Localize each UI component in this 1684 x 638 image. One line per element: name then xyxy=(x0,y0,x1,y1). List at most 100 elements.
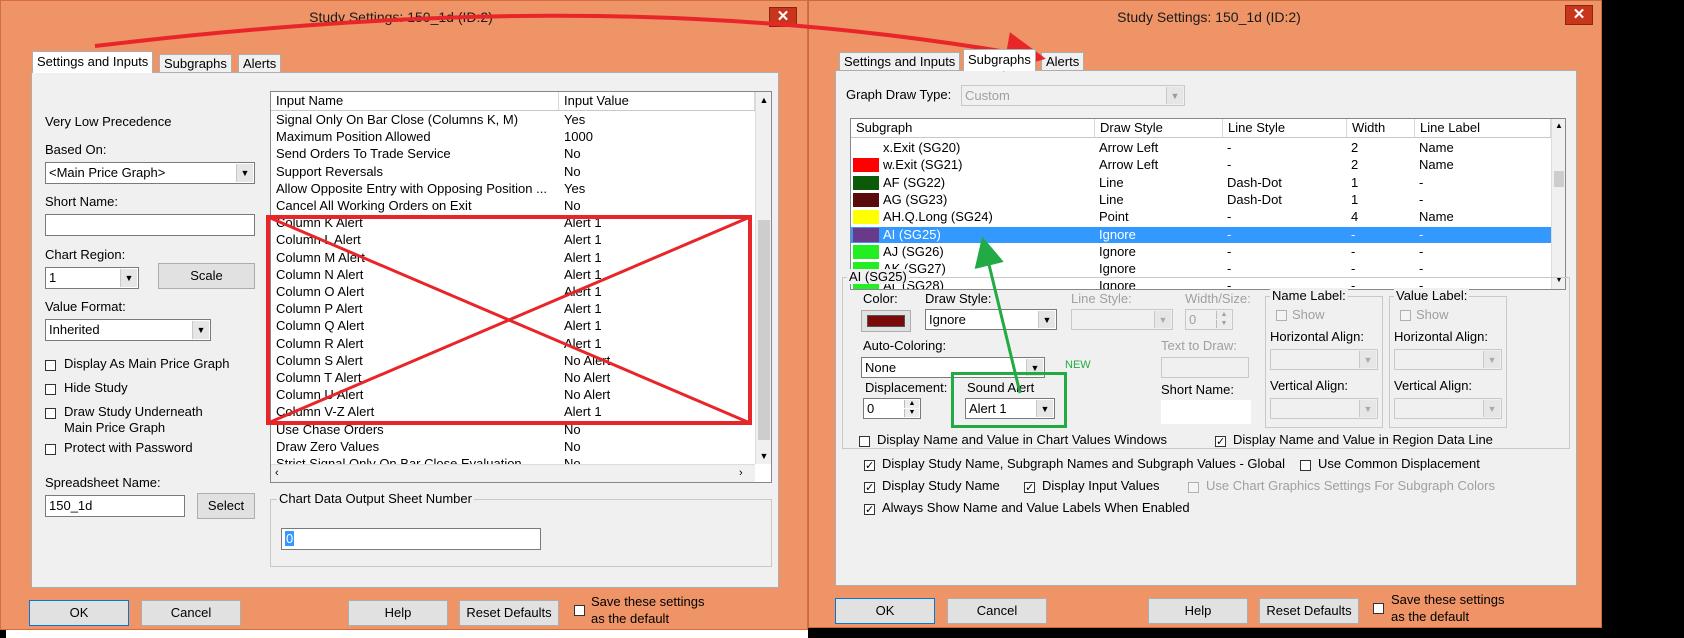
input-value-cell[interactable]: Alert 1 xyxy=(564,336,602,352)
scroll-left-icon[interactable]: ‹ xyxy=(275,467,279,479)
input-value-cell[interactable]: No xyxy=(564,164,581,180)
input-value-cell[interactable]: No Alert xyxy=(564,370,610,386)
table-row[interactable]: AH.Q.Long (SG24) Point - 4 Name xyxy=(851,209,1551,225)
sound-alert-select[interactable]: Alert 1 ▼ xyxy=(965,398,1055,419)
name-horizontal-align-select[interactable]: ▼ xyxy=(1270,349,1378,370)
column-header-subgraph[interactable]: Subgraph xyxy=(851,119,1095,137)
chart-region-select[interactable]: 1 ▼ xyxy=(45,267,139,289)
draw-underneath-checkbox[interactable] xyxy=(45,408,56,419)
subgraphs-vertical-scrollbar[interactable]: ▲ ▼ xyxy=(1551,119,1565,289)
input-value-cell[interactable]: Alert 1 xyxy=(564,318,602,334)
table-row[interactable]: Column S Alert No Alert xyxy=(271,353,755,369)
help-button[interactable]: Help xyxy=(348,600,448,626)
spin-down-icon[interactable]: ▼ xyxy=(1216,320,1231,328)
cancel-button[interactable]: Cancel xyxy=(947,598,1047,624)
table-row[interactable]: Column L Alert Alert 1 xyxy=(271,232,755,248)
input-value-cell[interactable]: Alert 1 xyxy=(564,301,602,317)
column-header-line-style[interactable]: Line Style xyxy=(1223,119,1347,137)
save-default-checkbox[interactable] xyxy=(574,605,585,616)
display-study-name-checkbox[interactable]: ✓ xyxy=(864,482,875,494)
text-to-draw-input[interactable] xyxy=(1161,357,1249,378)
table-row[interactable]: Use Chase Orders No xyxy=(271,422,755,438)
table-row[interactable]: Signal Only On Bar Close (Columns K, M) Y… xyxy=(271,112,755,128)
display-main-checkbox[interactable] xyxy=(45,360,56,371)
table-row[interactable]: Column R Alert Alert 1 xyxy=(271,336,755,352)
column-header-draw-style[interactable]: Draw Style xyxy=(1095,119,1223,137)
tab-alerts[interactable]: Alerts xyxy=(238,54,282,73)
scroll-thumb[interactable] xyxy=(1554,171,1564,187)
input-value-cell[interactable]: No Alert xyxy=(564,387,610,403)
input-value-cell[interactable]: No xyxy=(564,422,581,438)
table-row[interactable]: Send Orders To Trade Service No xyxy=(271,146,755,162)
input-value-cell[interactable]: Alert 1 xyxy=(564,215,602,231)
scroll-down-icon[interactable]: ▼ xyxy=(756,448,771,464)
table-row[interactable]: AG (SG23) Line Dash-Dot 1 - xyxy=(851,192,1551,208)
scale-button[interactable]: Scale xyxy=(158,263,255,289)
short-name-input[interactable] xyxy=(45,214,255,236)
table-row[interactable]: Draw Zero Values No xyxy=(271,439,755,455)
value-format-select[interactable]: Inherited ▼ xyxy=(45,319,211,341)
display-chart-values-checkbox[interactable] xyxy=(859,436,870,447)
input-value-cell[interactable]: Alert 1 xyxy=(564,267,602,283)
table-row[interactable]: Allow Opposite Entry with Opposing Posit… xyxy=(271,181,755,197)
tab-settings-and-inputs[interactable]: Settings and Inputs xyxy=(839,52,961,71)
column-header-line-label[interactable]: Line Label xyxy=(1415,119,1551,137)
table-row[interactable]: AJ (SG26) Ignore - - - xyxy=(851,244,1551,260)
value-horizontal-align-select[interactable]: ▼ xyxy=(1394,349,1502,370)
column-header-width[interactable]: Width xyxy=(1347,119,1415,137)
table-row[interactable]: Column V-Z Alert Alert 1 xyxy=(271,404,755,420)
value-show-checkbox[interactable] xyxy=(1400,310,1411,321)
inputs-horizontal-scrollbar[interactable]: ‹ › xyxy=(271,464,755,482)
right-close-button[interactable]: ✕ xyxy=(1565,5,1593,25)
tab-alerts[interactable]: Alerts xyxy=(1041,52,1085,71)
table-row[interactable]: Column P Alert Alert 1 xyxy=(271,301,755,317)
input-value-cell[interactable]: Alert 1 xyxy=(564,232,602,248)
hide-study-checkbox[interactable] xyxy=(45,384,56,395)
input-value-cell[interactable]: Yes xyxy=(564,181,585,197)
displacement-input[interactable]: 0 ▲ ▼ xyxy=(863,398,921,419)
protect-password-checkbox[interactable] xyxy=(45,444,56,455)
spin-up-icon[interactable]: ▲ xyxy=(1216,311,1231,319)
inputs-grid[interactable]: Input Name Input Value Signal Only On Ba… xyxy=(270,91,772,483)
input-value-cell[interactable]: No xyxy=(564,146,581,162)
column-header-input-name[interactable]: Input Name xyxy=(271,92,559,110)
spin-up-icon[interactable]: ▲ xyxy=(904,400,919,408)
color-button[interactable] xyxy=(861,310,911,332)
value-vertical-align-select[interactable]: ▼ xyxy=(1394,398,1502,419)
save-default-checkbox[interactable] xyxy=(1373,603,1384,614)
line-style-select[interactable]: ▼ xyxy=(1071,309,1173,330)
table-row[interactable]: Column M Alert Alert 1 xyxy=(271,250,755,266)
table-row[interactable]: Column Q Alert Alert 1 xyxy=(271,318,755,334)
name-show-checkbox[interactable] xyxy=(1276,310,1287,321)
help-button[interactable]: Help xyxy=(1148,598,1248,624)
display-input-values-checkbox[interactable]: ✓ xyxy=(1024,482,1035,494)
tab-subgraphs[interactable]: Subgraphs xyxy=(159,54,232,73)
input-value-cell[interactable]: 1000 xyxy=(564,129,593,145)
ok-button[interactable]: OK xyxy=(29,600,129,626)
short-name-input[interactable] xyxy=(1161,400,1251,424)
input-value-cell[interactable]: No xyxy=(564,198,581,214)
table-row[interactable]: x.Exit (SG20) Arrow Left - 2 Name xyxy=(851,140,1551,156)
draw-style-select[interactable]: Ignore ▼ xyxy=(925,309,1057,330)
use-chart-graphics-checkbox[interactable] xyxy=(1188,482,1199,493)
width-size-input[interactable]: 0 ▲ ▼ xyxy=(1185,309,1233,330)
always-show-checkbox[interactable]: ✓ xyxy=(864,504,875,516)
scroll-thumb[interactable] xyxy=(758,220,770,440)
table-row[interactable]: Column T Alert No Alert xyxy=(271,370,755,386)
table-row[interactable]: Column N Alert Alert 1 xyxy=(271,267,755,283)
column-header-input-value[interactable]: Input Value xyxy=(559,92,755,110)
cancel-button[interactable]: Cancel xyxy=(141,600,241,626)
subgraphs-grid[interactable]: Subgraph Draw Style Line Style Width Lin… xyxy=(850,118,1566,290)
name-vertical-align-select[interactable]: ▼ xyxy=(1270,398,1378,419)
inputs-vertical-scrollbar[interactable]: ▲ ▼ xyxy=(755,92,771,464)
spin-down-icon[interactable]: ▼ xyxy=(904,409,919,417)
reset-defaults-button[interactable]: Reset Defaults xyxy=(459,600,559,626)
input-value-cell[interactable]: No xyxy=(564,439,581,455)
table-row[interactable]: Maximum Position Allowed 1000 xyxy=(271,129,755,145)
table-row[interactable]: Column U Alert No Alert xyxy=(271,387,755,403)
display-region-checkbox[interactable]: ✓ xyxy=(1215,436,1226,448)
input-value-cell[interactable]: Alert 1 xyxy=(564,404,602,420)
common-displacement-checkbox[interactable] xyxy=(1300,460,1311,471)
ok-button[interactable]: OK xyxy=(835,598,935,624)
scroll-up-icon[interactable]: ▲ xyxy=(756,92,771,108)
